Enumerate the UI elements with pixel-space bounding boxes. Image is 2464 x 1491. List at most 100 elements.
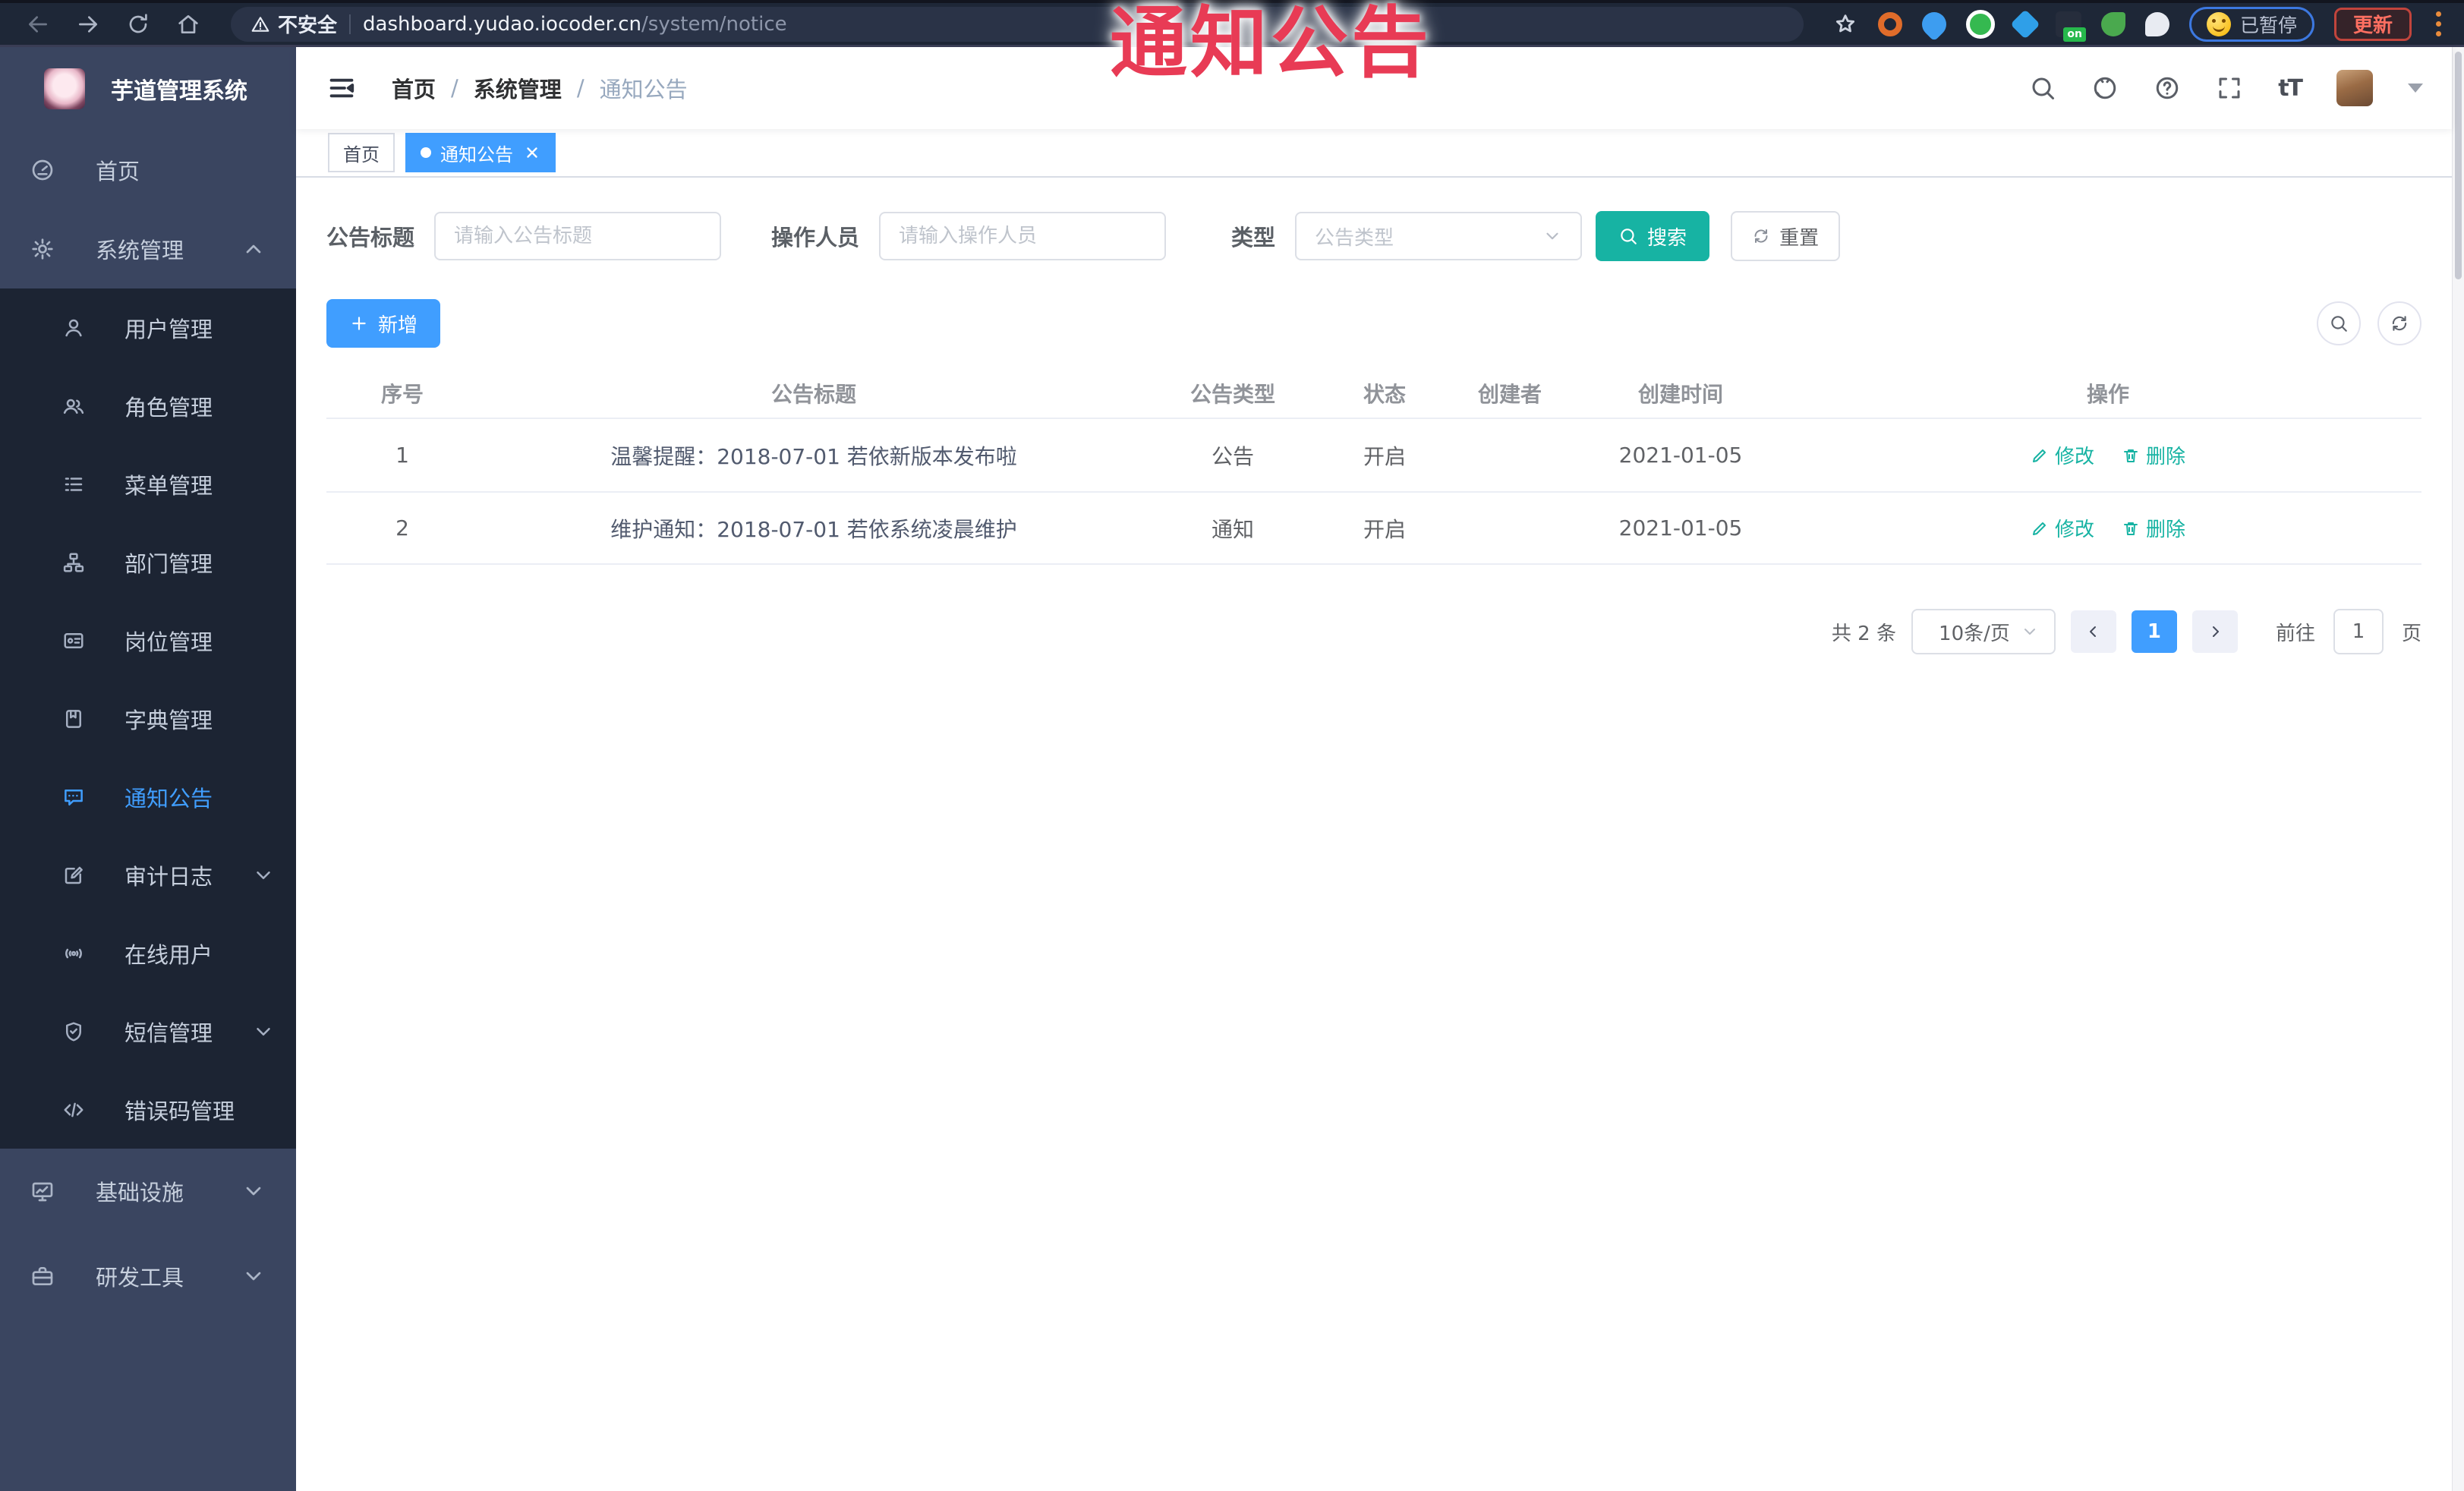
header-created: 创建时间 — [1637, 382, 1723, 407]
delete-link[interactable]: 删除 — [2122, 441, 2185, 469]
scrollbar-thumb[interactable] — [2455, 52, 2462, 279]
chevron-down-icon — [1546, 232, 1558, 240]
sidebar-item-users[interactable]: 用户管理 — [0, 288, 296, 367]
online-signal-icon — [65, 948, 82, 958]
user-avatar[interactable] — [2336, 70, 2373, 106]
extension-on-badge: on — [2063, 27, 2086, 42]
menu-list-icon — [65, 477, 83, 491]
add-button[interactable]: 新增 — [326, 299, 441, 348]
sidebar-item-dictionary[interactable]: 字典管理 — [0, 679, 296, 758]
sidebar-item-infrastructure[interactable]: 基础设施 — [0, 1149, 296, 1234]
browser-reload-button[interactable] — [118, 5, 158, 44]
edit-link[interactable]: 修改 — [2031, 514, 2094, 542]
extension-icon[interactable] — [1965, 9, 1995, 39]
cell-no: 1 — [395, 443, 409, 468]
bookmark-star-icon[interactable] — [1832, 11, 1858, 37]
browser-toolbar: 不安全 dashboard.yudao.iocoder.cn/system/no… — [0, 0, 2464, 47]
github-icon[interactable] — [2091, 74, 2119, 102]
sidebar-item-dev-tools[interactable]: 研发工具 — [0, 1234, 296, 1319]
browser-home-button[interactable] — [169, 5, 208, 44]
header-no: 序号 — [380, 382, 424, 407]
security-chip[interactable]: 不安全 — [250, 10, 337, 38]
table-header: 序号 公告标题 公告类型 状态 创建者 创建时间 操作 — [326, 369, 2421, 418]
sidebar-item-notice[interactable]: 通知公告 — [0, 758, 296, 836]
breadcrumb: 首页 / 系统管理 / 通知公告 — [392, 72, 688, 104]
extension-icon[interactable] — [1917, 6, 1952, 42]
extension-icon[interactable] — [2144, 11, 2169, 36]
search-icon[interactable] — [2029, 74, 2056, 102]
goto-page-input[interactable] — [2333, 609, 2384, 654]
sidebar-collapse-button[interactable] — [325, 71, 358, 105]
sidebar-item-posts[interactable]: 岗位管理 — [0, 601, 296, 679]
next-page-button[interactable] — [2191, 610, 2238, 653]
badge-card-icon — [64, 632, 83, 648]
sidebar-item-roles[interactable]: 角色管理 — [0, 367, 296, 445]
edit-link[interactable]: 修改 — [2031, 441, 2094, 469]
breadcrumb-home[interactable]: 首页 — [392, 72, 436, 104]
browser-back-button[interactable] — [18, 5, 58, 44]
breadcrumb-separator: / — [576, 75, 584, 101]
window-scrollbar[interactable] — [2452, 47, 2464, 1491]
sidebar-item-sms[interactable]: 短信管理 — [0, 992, 296, 1070]
security-label: 不安全 — [278, 14, 338, 37]
tab-notice[interactable]: 通知公告 — [405, 133, 556, 172]
paused-label: 已暂停 — [2239, 14, 2297, 36]
avatar-dropdown-caret[interactable] — [2408, 84, 2423, 93]
address-bar[interactable]: 不安全 dashboard.yudao.iocoder.cn/system/no… — [231, 6, 1804, 42]
sidebar-item-departments[interactable]: 部门管理 — [0, 523, 296, 601]
notice-table: 序号 公告标题 公告类型 状态 创建者 创建时间 操作 1 温馨提醒：2018-… — [326, 369, 2421, 565]
sidebar-item-error-codes[interactable]: 错误码管理 — [0, 1070, 296, 1149]
app-logo-row[interactable]: 芋道管理系统 — [0, 47, 296, 131]
operator-input[interactable] — [879, 212, 1167, 260]
table-tools — [2317, 301, 2421, 345]
plus-icon — [352, 317, 366, 330]
navbar-actions: tT — [2029, 70, 2423, 106]
top-navbar: 首页 / 系统管理 / 通知公告 tT — [296, 47, 2452, 129]
cell-type: 通知 — [1211, 516, 1254, 542]
search-form: 公告标题 操作人员 类型 公告类型 搜索 重置 — [326, 211, 2421, 261]
extension-icon[interactable] — [2010, 8, 2040, 39]
trash-icon — [2124, 522, 2138, 535]
sidebar-item-online-users[interactable]: 在线用户 — [0, 914, 296, 992]
chevron-left-icon — [2089, 626, 2096, 637]
sidebar-item-home[interactable]: 首页 — [0, 131, 296, 210]
extension-icon[interactable] — [1877, 11, 1902, 36]
browser-menu-button[interactable] — [2431, 11, 2446, 36]
notice-title-input[interactable] — [434, 212, 722, 260]
table-row: 2 维护通知：2018-07-01 若依系统凌晨维护 通知 开启 2021-01… — [326, 491, 2421, 565]
type-select[interactable]: 公告类型 — [1295, 212, 1583, 260]
page-size-select[interactable]: 10条/页 — [1911, 609, 2056, 654]
breadcrumb-current: 通知公告 — [599, 77, 688, 102]
refresh-table-button[interactable] — [2377, 301, 2421, 345]
sidebar-item-system[interactable]: 系统管理 — [0, 210, 296, 288]
tab-home[interactable]: 首页 — [328, 133, 395, 172]
sidebar-item-audit-log[interactable]: 审计日志 — [0, 836, 296, 914]
edit-log-icon — [65, 866, 83, 884]
toggle-search-button[interactable] — [2317, 301, 2361, 345]
font-size-icon[interactable]: tT — [2278, 75, 2303, 102]
header-status: 状态 — [1363, 382, 1406, 407]
help-icon[interactable] — [2154, 74, 2181, 102]
current-page-button[interactable]: 1 — [2131, 610, 2177, 653]
delete-link[interactable]: 删除 — [2122, 514, 2185, 542]
message-bubble-icon — [65, 789, 83, 805]
browser-update-button[interactable]: 更新 — [2333, 7, 2412, 41]
table-toolbar: 新增 — [326, 299, 2421, 348]
browser-extensions: on 已暂停 更新 — [1832, 6, 2446, 42]
monitor-icon — [32, 1182, 53, 1202]
browser-forward-button[interactable] — [68, 5, 108, 44]
reset-button[interactable]: 重置 — [1731, 211, 1841, 261]
close-icon[interactable] — [524, 144, 540, 161]
cell-created: 2021-01-05 — [1618, 515, 1743, 541]
profile-paused-badge[interactable]: 已暂停 — [2188, 6, 2314, 42]
sidebar-item-menus[interactable]: 菜单管理 — [0, 445, 296, 523]
profile-avatar-emoji — [2206, 11, 2231, 36]
extension-icon[interactable]: on — [2055, 11, 2086, 42]
header-creator: 创建者 — [1477, 382, 1542, 407]
search-button[interactable]: 搜索 — [1596, 211, 1710, 261]
breadcrumb-section[interactable]: 系统管理 — [474, 72, 562, 104]
fullscreen-icon[interactable] — [2216, 74, 2243, 102]
prev-page-button[interactable] — [2070, 610, 2116, 653]
extension-icon[interactable] — [2100, 11, 2125, 36]
search-icon — [1621, 229, 1637, 244]
